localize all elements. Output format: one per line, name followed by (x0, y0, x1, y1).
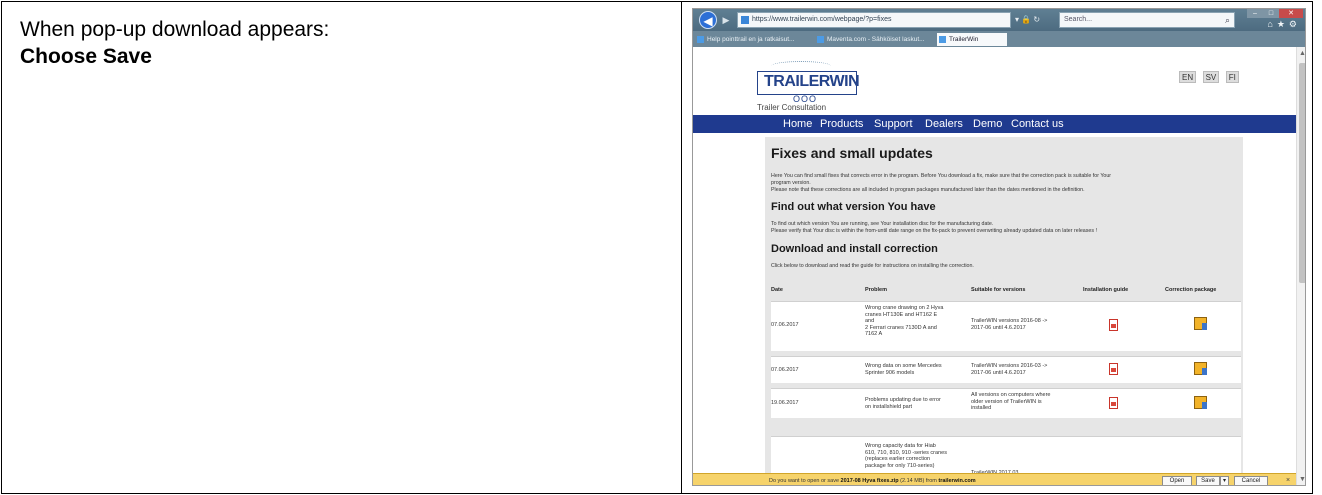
lang-fi-button[interactable]: FI (1225, 71, 1239, 83)
tab-maventa[interactable]: Maventa.com - Sähköiset laskut... (815, 33, 935, 46)
intro-text: program version. (771, 180, 811, 186)
search-placeholder: Search... (1064, 16, 1093, 23)
nav-home[interactable]: Home (783, 115, 812, 133)
scroll-thumb[interactable] (1299, 63, 1305, 283)
download-filename: 2017-08 Hyva fixes.zip (840, 478, 899, 484)
cancel-button[interactable]: Cancel (1234, 476, 1268, 485)
save-dropdown-icon[interactable]: ▾ (1220, 476, 1229, 485)
scroll-down-icon[interactable]: ▼ (1297, 475, 1305, 485)
row-date: 07.06.2017 (771, 367, 799, 373)
tab-bar: Help pointtrail en ja ratkaisut... Maven… (693, 31, 1305, 47)
download-text: Click below to download and read the gui… (771, 263, 974, 269)
scroll-up-icon[interactable]: ▲ (1297, 49, 1305, 59)
tab-label: Help pointtrail en ja ratkaisut... (707, 36, 795, 43)
search-icon[interactable]: ⌕ (1225, 13, 1230, 27)
site-favicon-icon (741, 16, 749, 24)
package-icon[interactable] (1194, 317, 1207, 330)
nav-products[interactable]: Products (820, 115, 863, 133)
download-heading: Download and install correction (771, 243, 938, 255)
minimize-button[interactable]: – (1247, 9, 1263, 18)
close-icon[interactable]: × (1286, 476, 1290, 485)
row-versions: TrailerWIN versions 2016-03 -> 2017-06 u… (971, 363, 1048, 376)
web-page: TRAILERWIN OOO Trailer Consultation EN S… (693, 47, 1305, 485)
instruction-cell: When pop-up download appears: Choose Sav… (2, 2, 682, 493)
intro-text: Here You can find small fixes that corre… (771, 173, 1112, 179)
table-row: 19.06.2017 Problems updating due to erro… (771, 388, 1241, 418)
maximize-button[interactable]: □ (1263, 9, 1279, 18)
table-row: 07.06.2017 Wrong crane drawing on 2 Hyva… (771, 301, 1241, 351)
address-controls-icon[interactable]: ▾ 🔒 ↻ (1015, 14, 1055, 26)
row-versions: All versions on computers where older ve… (971, 392, 1051, 411)
logo-tagline: Trailer Consultation (757, 103, 827, 112)
lang-sv-button[interactable]: SV (1202, 71, 1220, 83)
col-problem: Problem (865, 287, 888, 293)
row-date: 19.06.2017 (771, 400, 799, 406)
package-icon[interactable] (1194, 396, 1207, 409)
open-button[interactable]: Open (1162, 476, 1192, 485)
back-arrow-icon[interactable]: ◀ (699, 11, 717, 29)
browser-screenshot: ◀ ▶ https://www.trailerwin.com/webpage/?… (692, 8, 1306, 486)
pdf-icon[interactable] (1109, 397, 1118, 409)
address-bar[interactable]: https://www.trailerwin.com/webpage/?p=fi… (737, 12, 1011, 28)
find-version-text: To find out which version You are runnin… (771, 221, 994, 227)
col-package: Correction package (1165, 287, 1217, 293)
row-problem: Wrong data on some Mercedes Sprinter 906… (865, 363, 942, 376)
page-title: Fixes and small updates (771, 145, 933, 161)
forward-arrow-icon[interactable]: ▶ (720, 14, 732, 26)
intro-text: Please note that these corrections are a… (771, 187, 1085, 193)
nav-dealers[interactable]: Dealers (925, 115, 963, 133)
find-version-text: Please verify that Your disc is within t… (771, 228, 1097, 234)
browser-titlebar: ◀ ▶ https://www.trailerwin.com/webpage/?… (693, 9, 1305, 31)
save-button[interactable]: Save (1196, 476, 1220, 485)
address-text: https://www.trailerwin.com/webpage/?p=fi… (752, 16, 892, 23)
table-header: Date Problem Suitable for versions Insta… (771, 287, 1241, 297)
tab-trailerwin[interactable]: TrailerWin (937, 33, 1007, 46)
window-controls: – □ ✕ (1247, 9, 1303, 18)
lang-en-button[interactable]: EN (1179, 71, 1197, 83)
package-icon[interactable] (1194, 362, 1207, 375)
row-date: 07.06.2017 (771, 322, 799, 328)
download-prompt: Do you want to open or save 2017-08 Hyva… (769, 477, 976, 485)
tab-favicon-icon (939, 36, 946, 43)
nav-contact[interactable]: Contact us (1011, 115, 1064, 133)
content-panel: Fixes and small updates Here You can fin… (765, 137, 1243, 485)
tab-favicon-icon (697, 36, 704, 43)
col-date: Date (771, 287, 783, 293)
tab-label: Maventa.com - Sähköiset laskut... (827, 36, 925, 43)
close-button[interactable]: ✕ (1279, 9, 1303, 18)
tab-label: TrailerWin (949, 36, 979, 43)
trailerwin-logo[interactable]: TRAILERWIN OOO Trailer Consultation (753, 61, 863, 113)
home-favorites-settings-icon[interactable]: ⌂★⚙ (1257, 19, 1301, 29)
logo-text: TRAILERWIN (764, 73, 860, 90)
language-switcher: EN SV FI (1179, 67, 1241, 83)
row-problem: Problems updating due to error on instal… (865, 397, 941, 410)
row-problem: Wrong crane drawing on 2 Hyva cranes HT1… (865, 305, 944, 337)
tab-help[interactable]: Help pointtrail en ja ratkaisut... (695, 33, 813, 46)
logo-wheels-icon: OOO (793, 94, 818, 104)
col-versions: Suitable for versions (971, 287, 1026, 293)
row-versions: TrailerWIN versions 2016-08 -> 2017-06 u… (971, 318, 1048, 331)
main-nav: Home Products Support Dealers Demo Conta… (693, 115, 1296, 133)
instruction-action: Choose Save (20, 45, 152, 68)
search-input[interactable]: Search... ⌕ (1059, 12, 1235, 28)
tab-favicon-icon (817, 36, 824, 43)
pdf-icon[interactable] (1109, 319, 1118, 331)
find-version-heading: Find out what version You have (771, 201, 936, 213)
logo-frame: TRAILERWIN (757, 71, 860, 95)
download-notification-bar: Do you want to open or save 2017-08 Hyva… (693, 473, 1296, 485)
pdf-icon[interactable] (1109, 363, 1118, 375)
page-scrollbar[interactable]: ▲ ▼ (1296, 47, 1305, 485)
download-size: (2.14 MB) from (900, 478, 937, 484)
table-row: 07.06.2017 Wrong data on some Mercedes S… (771, 356, 1241, 383)
download-prompt-text: Do you want to open or save (769, 478, 840, 484)
download-source: trailerwin.com (938, 478, 976, 484)
col-guide: Installation guide (1083, 287, 1129, 293)
nav-support[interactable]: Support (874, 115, 913, 133)
logo-arc (771, 61, 831, 71)
nav-demo[interactable]: Demo (973, 115, 1002, 133)
instruction-text: When pop-up download appears: (20, 18, 330, 41)
